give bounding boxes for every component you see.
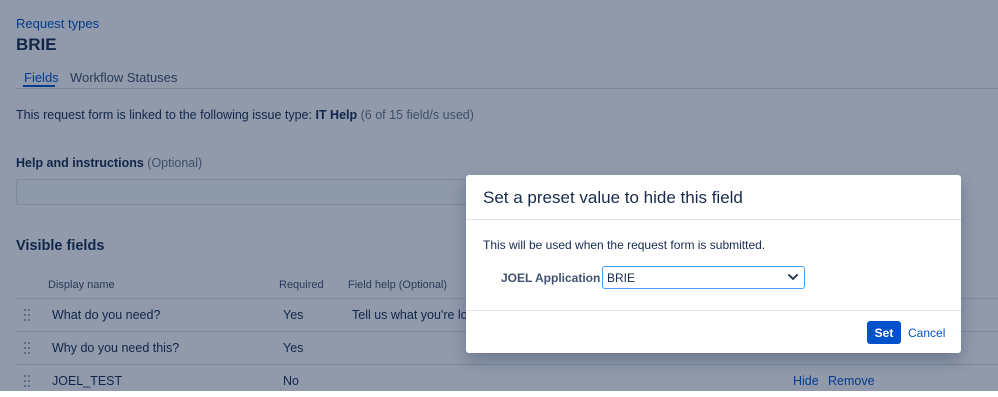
dialog-footer-divider [466,310,961,311]
joel-application-select[interactable]: BRIE [602,266,805,289]
chevron-down-icon [788,274,798,280]
dialog-header-divider [466,219,961,220]
dialog-description: This will be used when the request form … [483,238,766,252]
set-button[interactable]: Set [867,321,901,344]
cancel-button[interactable]: Cancel [908,326,945,340]
joel-application-label: JOEL Application [501,271,601,285]
select-current-value: BRIE [607,271,636,285]
preset-value-dialog: Set a preset value to hide this field Th… [466,175,961,353]
dialog-title: Set a preset value to hide this field [483,188,743,207]
